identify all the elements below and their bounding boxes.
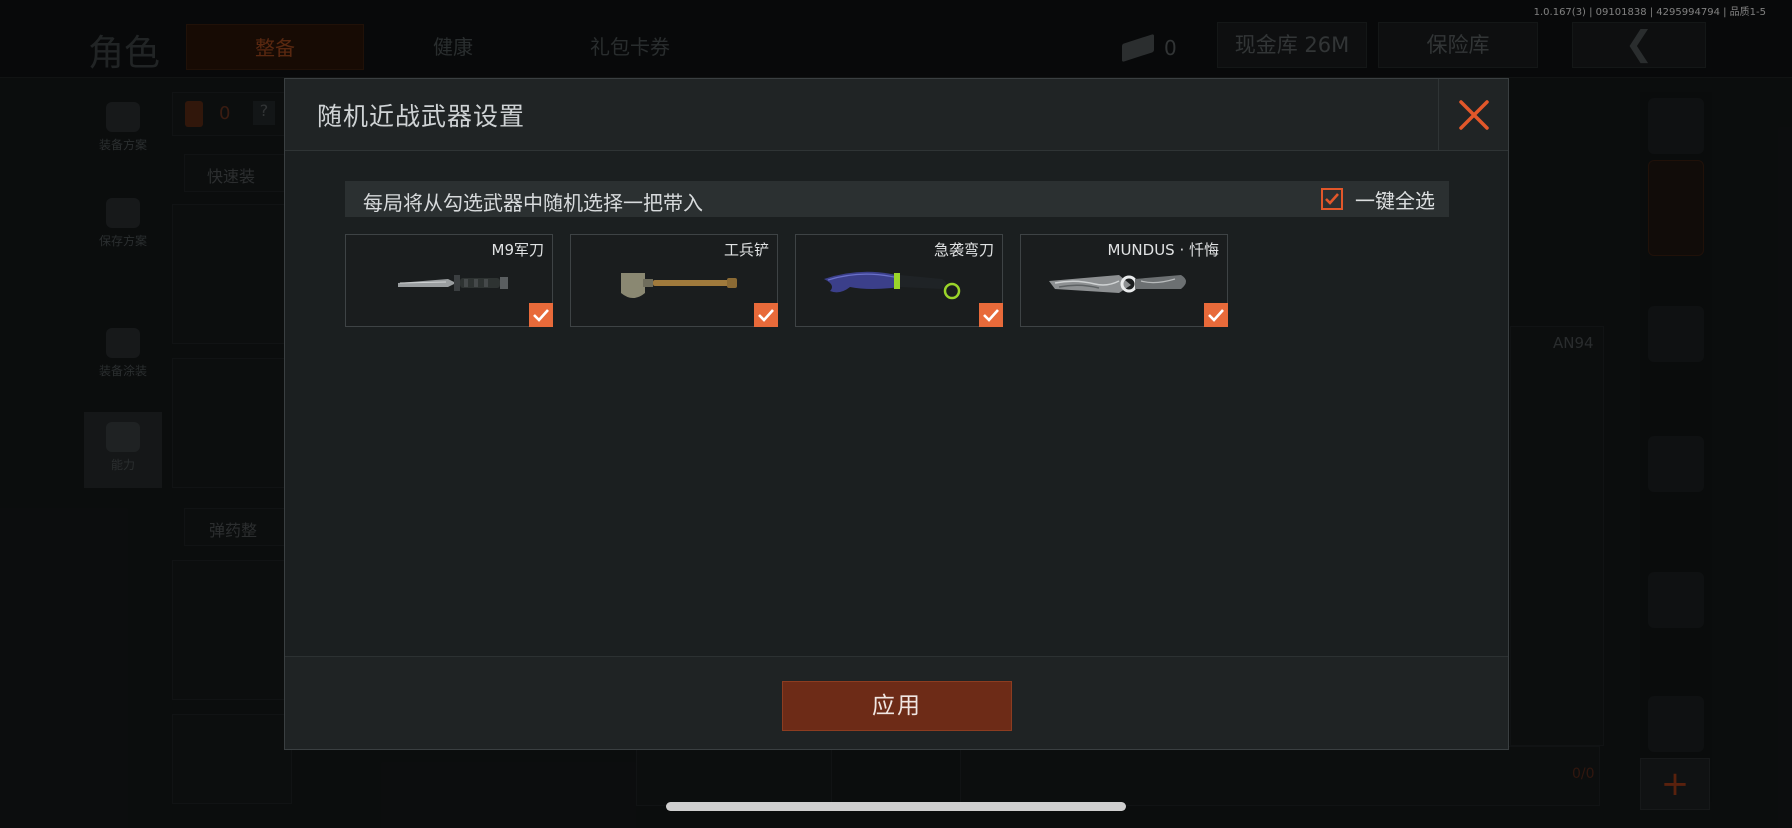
dialog-header: 随机近战武器设置: [285, 79, 1508, 151]
karambit-image: [824, 271, 961, 300]
weapon-grid: M9军刀 工兵铲 急袭弯刀 MUNDUS · 忏悔: [345, 234, 1449, 328]
checkmark-icon: [758, 309, 774, 322]
checkmark-icon: [983, 309, 999, 322]
select-all-checkbox[interactable]: [1321, 188, 1343, 210]
select-all-toggle[interactable]: 一键全选: [1321, 185, 1435, 213]
weapon-checkbox[interactable]: [979, 303, 1003, 327]
home-indicator[interactable]: [666, 802, 1126, 811]
close-button[interactable]: [1438, 79, 1508, 151]
m9-bayonet-image: [398, 275, 508, 291]
weapon-card-m9[interactable]: M9军刀: [345, 234, 553, 327]
random-melee-settings-dialog: 随机近战武器设置 每局将从勾选武器中随机选择一把带入 一键全选 M9军刀 工兵铲…: [284, 78, 1509, 750]
select-all-label: 一键全选: [1355, 188, 1435, 213]
weapon-card-mundus[interactable]: MUNDUS · 忏悔: [1020, 234, 1228, 327]
close-icon: [1459, 100, 1489, 130]
dialog-title: 随机近战武器设置: [317, 102, 526, 131]
entrenching-shovel-image: [621, 273, 737, 298]
checkmark-icon: [1208, 309, 1224, 322]
damascus-knife-image: [1049, 275, 1186, 293]
info-bar: 每局将从勾选武器中随机选择一把带入 一键全选: [345, 181, 1449, 217]
checkmark-icon: [1325, 193, 1339, 205]
weapon-checkbox[interactable]: [754, 303, 778, 327]
dialog-footer: 应用: [285, 656, 1508, 749]
weapon-checkbox[interactable]: [1204, 303, 1228, 327]
weapon-card-shovel[interactable]: 工兵铲: [570, 234, 778, 327]
weapon-card-karambit[interactable]: 急袭弯刀: [795, 234, 1003, 327]
checkmark-icon: [533, 309, 549, 322]
info-text: 每局将从勾选武器中随机选择一把带入: [363, 191, 703, 215]
weapon-checkbox[interactable]: [529, 303, 553, 327]
apply-button[interactable]: 应用: [782, 681, 1012, 731]
